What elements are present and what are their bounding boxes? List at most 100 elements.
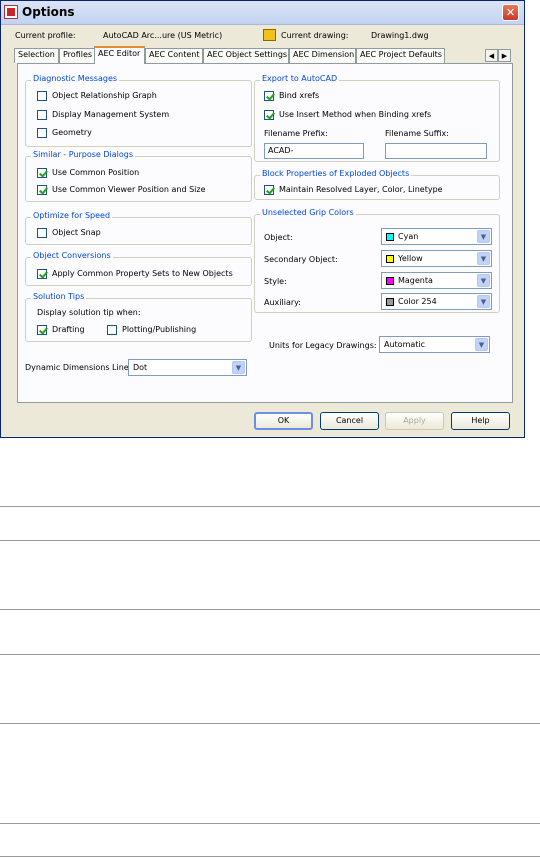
drafting-label: Drafting: [52, 325, 85, 334]
grip-object-value: Cyan: [398, 232, 419, 241]
grip-object-label: Object:: [264, 233, 293, 242]
display-management-system-checkbox[interactable]: [37, 110, 47, 120]
unselected-grip-colors-title: Unselected Grip Colors: [260, 208, 356, 217]
tab-scroll-right-icon[interactable]: ▶: [498, 49, 511, 62]
tab-aec-dimension[interactable]: AEC Dimension: [289, 48, 356, 63]
tab-selection[interactable]: Selection: [14, 48, 59, 63]
use-common-position-checkbox[interactable]: [37, 168, 47, 178]
chevron-down-icon[interactable]: ▼: [477, 252, 490, 265]
plotting-publishing-label: Plotting/Publishing: [122, 325, 197, 334]
units-legacy-drawings-label: Units for Legacy Drawings:: [269, 341, 377, 350]
dynamic-dimensions-linetype-value: Dot: [133, 363, 148, 372]
filename-prefix-label: Filename Prefix:: [264, 129, 328, 138]
tab-aec-project-defaults[interactable]: AEC Project Defaults: [356, 48, 445, 63]
use-common-viewer-position-label: Use Common Viewer Position and Size: [52, 185, 206, 194]
divider: [0, 723, 540, 724]
solution-tips-group: Solution Tips Display solution tip when:…: [25, 292, 252, 342]
dialog-title: Options: [22, 5, 75, 19]
grip-secondary-object-select[interactable]: Yellow ▼: [381, 250, 492, 267]
grip-style-label: Style:: [264, 277, 287, 286]
object-snap-checkbox[interactable]: [37, 228, 47, 238]
filename-suffix-label: Filename Suffix:: [385, 129, 449, 138]
grip-style-value: Magenta: [398, 276, 433, 285]
export-to-autocad-group: Export to AutoCAD Bind xrefs Use Insert …: [254, 74, 500, 162]
bind-xrefs-label: Bind xrefs: [279, 91, 320, 100]
apply-common-property-sets-checkbox[interactable]: [37, 269, 47, 279]
tab-aec-editor[interactable]: AEC Editor: [94, 46, 145, 64]
cancel-button[interactable]: Cancel: [320, 412, 379, 430]
divider: [0, 506, 540, 507]
divider: [0, 609, 540, 610]
drafting-checkbox[interactable]: [37, 325, 47, 335]
divider: [0, 654, 540, 655]
ok-button[interactable]: OK: [254, 412, 313, 430]
cyan-swatch: [386, 233, 394, 241]
tab-scroll-left-icon[interactable]: ◀: [485, 49, 498, 62]
units-legacy-drawings-value: Automatic: [384, 340, 426, 349]
optimize-for-speed-group: Optimize for Speed Object Snap: [25, 211, 252, 245]
use-common-viewer-position-checkbox[interactable]: [37, 185, 47, 195]
grip-auxiliary-select[interactable]: Color 254 ▼: [381, 293, 492, 310]
grip-object-select[interactable]: Cyan ▼: [381, 228, 492, 245]
export-to-autocad-title: Export to AutoCAD: [260, 74, 340, 83]
grip-auxiliary-value: Color 254: [398, 297, 437, 306]
use-insert-method-label: Use Insert Method when Binding xrefs: [279, 110, 432, 119]
solution-tips-title: Solution Tips: [31, 292, 87, 301]
apply-button[interactable]: Apply: [385, 412, 444, 430]
divider: [0, 540, 540, 541]
units-legacy-drawings-select[interactable]: Automatic ▼: [379, 336, 490, 353]
plotting-publishing-checkbox[interactable]: [107, 325, 117, 335]
chevron-down-icon[interactable]: ▼: [475, 338, 488, 351]
object-relationship-graph-label: Object Relationship Graph: [52, 91, 157, 100]
diagnostic-messages-group: Diagnostic Messages Object Relationship …: [25, 74, 252, 147]
chevron-down-icon[interactable]: ▼: [477, 295, 490, 308]
object-conversions-title: Object Conversions: [31, 251, 113, 260]
bind-xrefs-checkbox[interactable]: [264, 91, 274, 101]
current-drawing-label: Current drawing:: [281, 31, 349, 40]
dynamic-dimensions-linetype-select[interactable]: Dot ▼: [128, 359, 247, 376]
use-common-position-label: Use Common Position: [52, 168, 140, 177]
chevron-down-icon[interactable]: ▼: [232, 361, 245, 374]
use-insert-method-checkbox[interactable]: [264, 110, 274, 120]
block-properties-exploded-group: Block Properties of Exploded Objects Mai…: [254, 169, 500, 200]
tab-aec-content[interactable]: AEC Content: [145, 48, 203, 63]
geometry-checkbox[interactable]: [37, 128, 47, 138]
unselected-grip-colors-group: Unselected Grip Colors Object: Cyan ▼ Se…: [254, 208, 500, 313]
grip-auxiliary-label: Auxiliary:: [264, 298, 301, 307]
apply-common-property-sets-label: Apply Common Property Sets to New Object…: [52, 269, 233, 278]
object-relationship-graph-checkbox[interactable]: [37, 91, 47, 101]
similar-purpose-dialogs-group: Similar - Purpose Dialogs Use Common Pos…: [25, 150, 252, 202]
magenta-swatch: [386, 277, 394, 285]
aec-editor-panel: Diagnostic Messages Object Relationship …: [17, 63, 513, 403]
optimize-for-speed-title: Optimize for Speed: [31, 211, 113, 220]
similar-purpose-dialogs-title: Similar - Purpose Dialogs: [31, 150, 135, 159]
grip-style-select[interactable]: Magenta ▼: [381, 272, 492, 289]
object-conversions-group: Object Conversions Apply Common Property…: [25, 251, 252, 286]
filename-prefix-input[interactable]: ACAD-: [264, 143, 364, 159]
current-drawing-value: Drawing1.dwg: [371, 31, 429, 40]
chevron-down-icon[interactable]: ▼: [477, 230, 490, 243]
tab-aec-object-settings[interactable]: AEC Object Settings: [203, 48, 289, 63]
solution-tips-text: Display solution tip when:: [37, 308, 141, 317]
chevron-down-icon[interactable]: ▼: [477, 274, 490, 287]
close-icon[interactable]: ✕: [502, 4, 519, 21]
title-bar: Options ✕: [1, 1, 524, 25]
help-button[interactable]: Help: [451, 412, 510, 430]
maintain-resolved-layer-label: Maintain Resolved Layer, Color, Linetype: [279, 185, 443, 194]
options-dialog: Options ✕ Current profile: AutoCAD Arc..…: [0, 0, 525, 438]
grip-secondary-object-label: Secondary Object:: [264, 255, 338, 264]
drawing-icon: [263, 29, 276, 41]
divider: [0, 856, 540, 857]
current-profile-value: AutoCAD Arc...ure (US Metric): [103, 31, 223, 40]
tab-profiles[interactable]: Profiles: [59, 48, 95, 63]
grip-secondary-object-value: Yellow: [398, 254, 423, 263]
diagnostic-messages-title: Diagnostic Messages: [31, 74, 120, 83]
filename-suffix-input[interactable]: [385, 143, 487, 159]
block-properties-exploded-title: Block Properties of Exploded Objects: [260, 169, 412, 178]
yellow-swatch: [386, 255, 394, 263]
divider: [0, 823, 540, 824]
current-profile-label: Current profile:: [15, 31, 76, 40]
maintain-resolved-layer-checkbox[interactable]: [264, 185, 274, 195]
color-254-swatch: [386, 298, 394, 306]
autocad-app-icon: [4, 5, 18, 19]
